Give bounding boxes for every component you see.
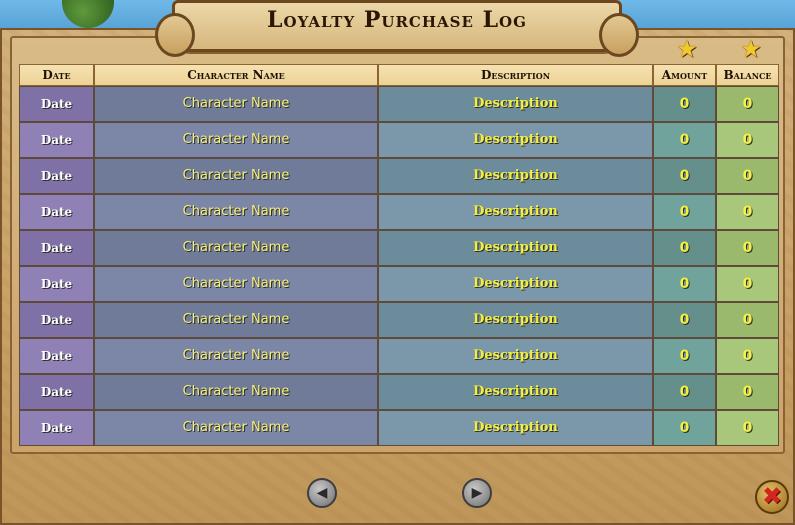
row-amount: 0 [653,230,716,266]
row-balance: 0 [716,158,779,194]
row-description: Description [378,302,653,338]
row-amount: 0 [653,410,716,446]
row-amount: 0 [653,122,716,158]
table-row: Date Character Name Description 0 0 [19,194,779,230]
row-character-name: Character Name [94,302,378,338]
row-description: Description [378,374,653,410]
table-header: Date Character Name Description Amount B… [19,64,779,86]
column-header-date: Date [19,64,94,86]
purchase-log-table: Date Character Name Description Amount B… [19,64,779,446]
table-row: Date Character Name Description 0 0 [19,86,779,122]
row-character-name: Character Name [94,338,378,374]
row-balance: 0 [716,194,779,230]
row-character-name: Character Name [94,158,378,194]
row-date: Date [19,338,94,374]
footer-bar: ◀ ▶ ✖ [10,462,789,520]
row-date: Date [19,122,94,158]
table-row: Date Character Name Description 0 0 [19,302,779,338]
column-header-description: Description [378,64,653,86]
table-body: Date Character Name Description 0 0 Date Chara… [19,86,779,446]
row-character-name: Character Name [94,374,378,410]
column-header-balance: Balance [716,64,779,86]
page-title: Loyalty Purchase Log [267,7,527,33]
table-row: Date Character Name Description 0 0 [19,374,779,410]
row-description: Description [378,122,653,158]
column-header-amount: Amount [653,64,716,86]
chevron-right-icon: ▶ [471,485,483,501]
table-row: Date Character Name Description 0 0 [19,338,779,374]
row-description: Description [378,158,653,194]
table-row: Date Character Name Description 0 0 [19,122,779,158]
row-date: Date [19,374,94,410]
row-description: Description [378,86,653,122]
amount-star-icon: ★ [676,35,698,63]
table-row: Date Character Name Description 0 0 [19,158,779,194]
column-header-character: Character Name [94,64,378,86]
row-date: Date [19,266,94,302]
prev-page-button[interactable]: ◀ [307,478,337,508]
row-character-name: Character Name [94,194,378,230]
row-description: Description [378,230,653,266]
row-balance: 0 [716,86,779,122]
row-balance: 0 [716,374,779,410]
row-date: Date [19,158,94,194]
row-description: Description [378,266,653,302]
row-date: Date [19,302,94,338]
row-character-name: Character Name [94,230,378,266]
row-balance: 0 [716,338,779,374]
next-page-button[interactable]: ▶ [462,478,492,508]
row-date: Date [19,86,94,122]
row-amount: 0 [653,374,716,410]
row-amount: 0 [653,302,716,338]
row-balance: 0 [716,230,779,266]
row-date: Date [19,230,94,266]
row-character-name: Character Name [94,86,378,122]
row-character-name: Character Name [94,410,378,446]
row-amount: 0 [653,338,716,374]
close-button[interactable]: ✖ [755,480,789,514]
row-character-name: Character Name [94,266,378,302]
row-amount: 0 [653,158,716,194]
row-description: Description [378,410,653,446]
row-balance: 0 [716,122,779,158]
balance-star-icon: ★ [740,35,762,63]
close-icon: ✖ [761,482,783,510]
row-description: Description [378,338,653,374]
row-amount: 0 [653,266,716,302]
title-banner: Loyalty Purchase Log [155,0,639,57]
row-date: Date [19,194,94,230]
row-balance: 0 [716,410,779,446]
row-amount: 0 [653,194,716,230]
row-balance: 0 [716,266,779,302]
row-amount: 0 [653,86,716,122]
table-row: Date Character Name Description 0 0 [19,230,779,266]
row-date: Date [19,410,94,446]
chevron-left-icon: ◀ [316,485,328,501]
table-row: Date Character Name Description 0 0 [19,410,779,446]
row-description: Description [378,194,653,230]
row-balance: 0 [716,302,779,338]
row-character-name: Character Name [94,122,378,158]
table-row: Date Character Name Description 0 0 [19,266,779,302]
